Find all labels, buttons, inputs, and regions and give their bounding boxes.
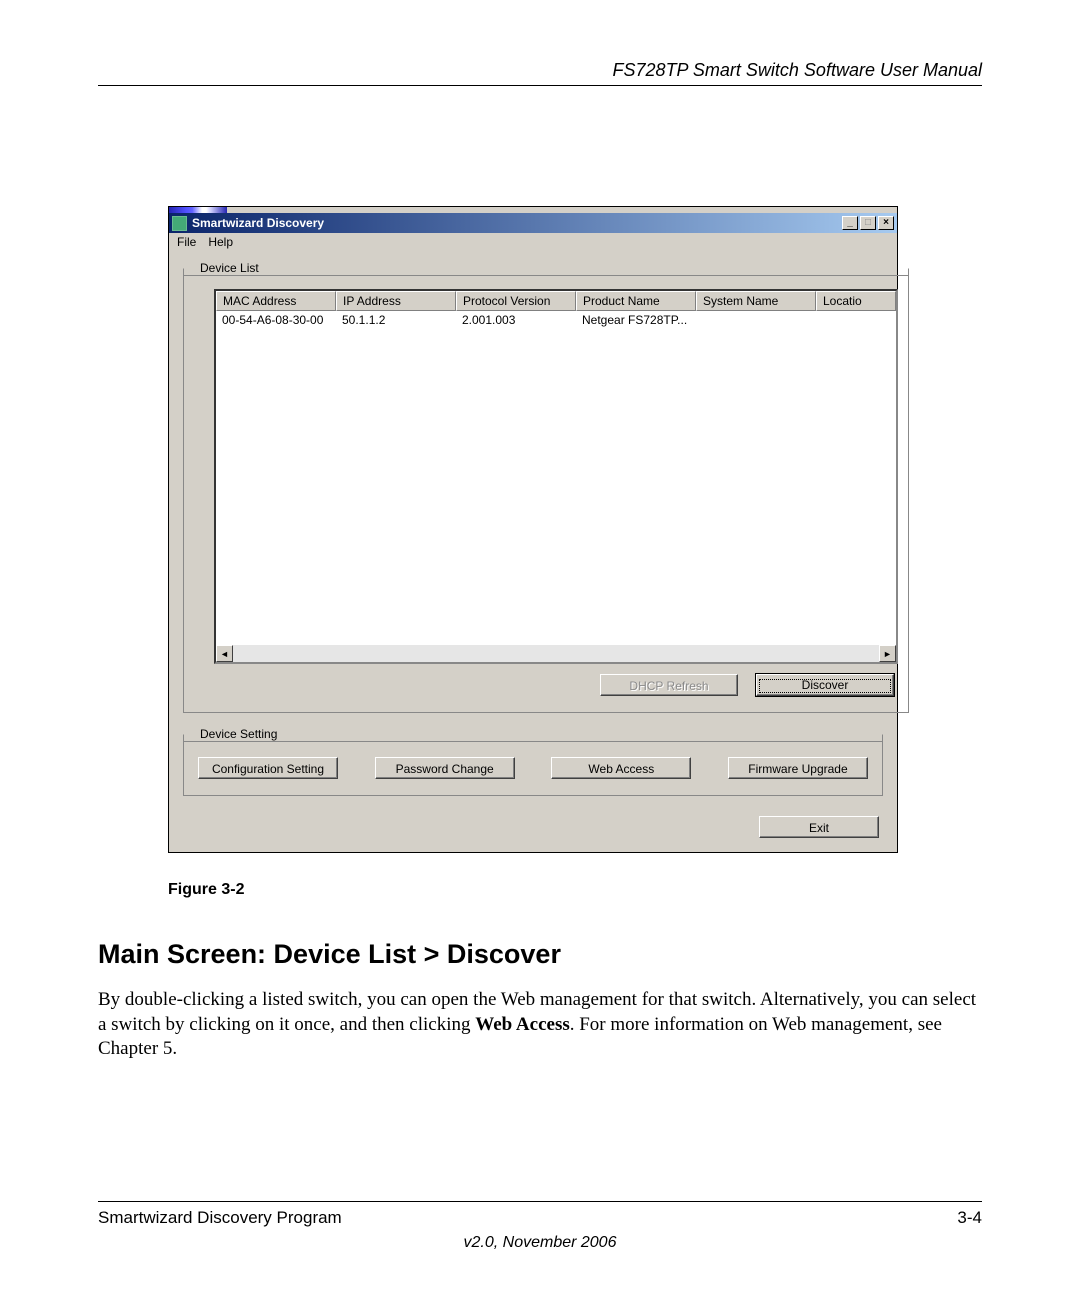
list-row[interactable]: 00-54-A6-08-30-00 50.1.1.2 2.001.003 Net… xyxy=(216,311,896,327)
cell-sysname xyxy=(696,313,816,327)
group-device-setting-label: Device Setting xyxy=(196,727,281,741)
col-product[interactable]: Product Name xyxy=(576,291,696,311)
menubar: File Help xyxy=(169,233,897,253)
cell-mac: 00-54-A6-08-30-00 xyxy=(216,313,336,327)
section-heading: Main Screen: Device List > Discover xyxy=(98,939,982,970)
group-device-setting: Device Setting Configuration Setting Pas… xyxy=(183,727,883,796)
configuration-setting-button[interactable]: Configuration Setting xyxy=(198,757,338,779)
col-proto[interactable]: Protocol Version xyxy=(456,291,576,311)
window-deco xyxy=(169,207,227,213)
cell-product: Netgear FS728TP... xyxy=(576,313,696,327)
body-paragraph: By double-clicking a listed switch, you … xyxy=(98,988,982,1062)
cell-proto: 2.001.003 xyxy=(456,313,576,327)
cell-location xyxy=(816,313,896,327)
dhcp-refresh-button: DHCP Refresh xyxy=(600,674,738,696)
exit-button[interactable]: Exit xyxy=(759,816,879,838)
app-window: Smartwizard Discovery _ □ × File Help De… xyxy=(168,206,898,853)
close-button[interactable]: × xyxy=(878,216,894,230)
doc-header-title: FS728TP Smart Switch Software User Manua… xyxy=(98,60,982,85)
titlebar[interactable]: Smartwizard Discovery _ □ × xyxy=(169,213,897,233)
minimize-button[interactable]: _ xyxy=(842,216,858,230)
header-rule xyxy=(98,85,982,86)
col-ip[interactable]: IP Address xyxy=(336,291,456,311)
password-change-button[interactable]: Password Change xyxy=(375,757,515,779)
col-mac[interactable]: MAC Address xyxy=(216,291,336,311)
horizontal-scrollbar[interactable]: ◄ ► xyxy=(216,645,896,662)
firmware-upgrade-button[interactable]: Firmware Upgrade xyxy=(728,757,868,779)
scroll-right-icon[interactable]: ► xyxy=(879,645,896,662)
menu-help[interactable]: Help xyxy=(208,235,233,249)
col-sysname[interactable]: System Name xyxy=(696,291,816,311)
footer-rule xyxy=(98,1201,982,1202)
menu-file[interactable]: File xyxy=(177,235,196,249)
device-list[interactable]: MAC Address IP Address Protocol Version … xyxy=(214,289,898,664)
footer-version: v2.0, November 2006 xyxy=(98,1234,982,1252)
window-title: Smartwizard Discovery xyxy=(192,216,324,230)
cell-ip: 50.1.1.2 xyxy=(336,313,456,327)
list-header: MAC Address IP Address Protocol Version … xyxy=(216,291,896,311)
discover-button[interactable]: Discover xyxy=(756,674,894,696)
group-device-list: Device List MAC Address IP Address Proto… xyxy=(183,261,909,713)
group-device-list-label: Device List xyxy=(196,261,263,275)
app-icon xyxy=(172,216,187,231)
scroll-track[interactable] xyxy=(233,645,879,662)
web-access-button[interactable]: Web Access xyxy=(551,757,691,779)
body-text-bold: Web Access xyxy=(475,1014,569,1035)
col-location[interactable]: Locatio xyxy=(816,291,896,311)
maximize-button: □ xyxy=(860,216,876,230)
figure-caption: Figure 3-2 xyxy=(168,881,898,899)
scroll-left-icon[interactable]: ◄ xyxy=(216,645,233,662)
footer-right: 3-4 xyxy=(957,1208,982,1228)
footer-left: Smartwizard Discovery Program xyxy=(98,1208,342,1228)
page-footer: Smartwizard Discovery Program 3-4 v2.0, … xyxy=(98,1201,982,1252)
